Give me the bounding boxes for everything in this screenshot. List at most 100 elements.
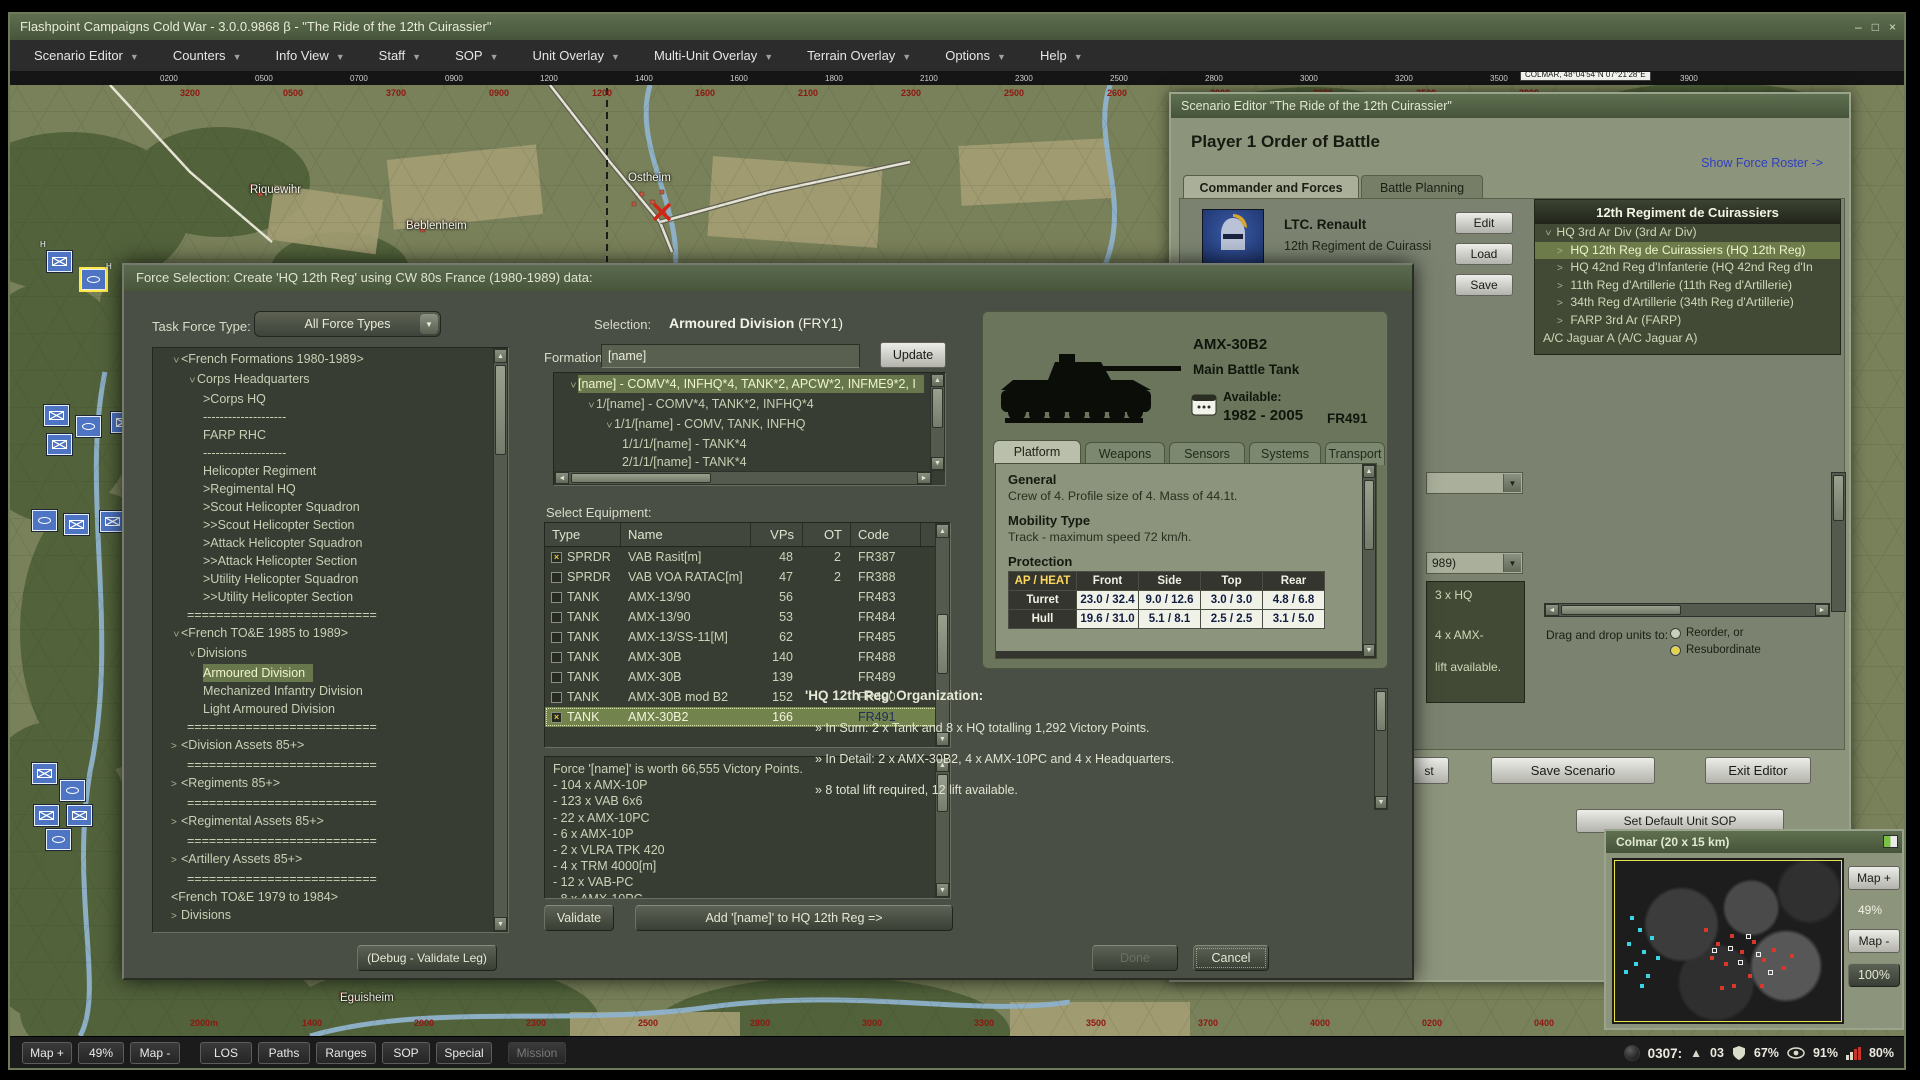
catalog-item[interactable]: >>Utility Helicopter Section xyxy=(153,588,508,606)
exit-editor-button[interactable]: Exit Editor xyxy=(1705,757,1811,784)
menu-help[interactable]: Help▼ xyxy=(1040,48,1083,63)
tree-expander-icon[interactable]: > xyxy=(182,377,200,387)
catalog-item[interactable]: ><Regimental Assets 85+> xyxy=(153,812,508,832)
catalog-item[interactable]: -------------------- xyxy=(153,408,508,426)
tab-weapons[interactable]: Weapons xyxy=(1085,442,1165,465)
tab-systems[interactable]: Systems xyxy=(1249,442,1321,465)
tab-battle-planning[interactable]: Battle Planning xyxy=(1361,175,1483,199)
statusbar-map[interactable]: Map + xyxy=(22,1042,72,1064)
catalog-item[interactable]: Light Armoured Division xyxy=(153,700,508,718)
scroll-right-icon[interactable]: ► xyxy=(1815,604,1829,616)
tree-expander-icon[interactable]: > xyxy=(171,738,181,756)
equipment-row[interactable]: TANKAMX-13/9056FR483 xyxy=(545,587,950,607)
scroll-down-icon[interactable]: ▼ xyxy=(1363,644,1375,657)
oob-tree-item[interactable]: > HQ 42nd Reg d'Infanterie (HQ 42nd Reg … xyxy=(1535,259,1840,277)
menu-options[interactable]: Options▼ xyxy=(945,48,1006,63)
tree-expander-icon[interactable]: > xyxy=(1557,278,1567,295)
catalog-scrollbar[interactable]: ▲ ▼ xyxy=(493,348,508,932)
scroll-down-icon[interactable]: ▼ xyxy=(936,883,949,897)
oob-horizontal-scrollbar[interactable]: ◄ ► xyxy=(1544,603,1830,617)
tree-expander-icon[interactable]: > xyxy=(182,651,200,661)
oob-tree-item[interactable]: > FARP 3rd Ar (FARP) xyxy=(1535,312,1840,330)
tree-expander-icon[interactable]: > xyxy=(1557,295,1567,312)
save-button[interactable]: Save xyxy=(1455,274,1513,296)
catalog-item[interactable]: >Regimental HQ xyxy=(153,480,508,498)
cancel-button[interactable]: Cancel xyxy=(1193,945,1269,971)
catalog-item[interactable]: Armoured Division xyxy=(153,664,508,682)
scroll-down-icon[interactable]: ▼ xyxy=(931,457,944,470)
statusbar-special[interactable]: Special xyxy=(436,1042,492,1064)
unit-counter[interactable] xyxy=(44,405,69,426)
resubordinate-radio[interactable] xyxy=(1670,645,1681,656)
catalog-item[interactable]: Helicopter Regiment xyxy=(153,462,508,480)
oob-tree-item[interactable]: A/C Jaguar A (A/C Jaguar A) xyxy=(1535,330,1840,348)
save-scenario-button[interactable]: Save Scenario xyxy=(1491,757,1655,784)
equipment-row[interactable]: TANKAMX-30B139FR489 xyxy=(545,667,950,687)
minimize-icon[interactable]: – xyxy=(1855,14,1862,40)
tree-expander-icon[interactable]: > xyxy=(171,814,181,832)
scroll-down-icon[interactable]: ▼ xyxy=(494,917,507,931)
tree-expander-icon[interactable]: > xyxy=(166,631,184,641)
unit-counter[interactable] xyxy=(64,514,89,535)
catalog-item[interactable]: ========================== xyxy=(153,870,508,888)
catalog-item[interactable]: ><French Formations 1980-1989> xyxy=(153,350,508,370)
unit-counter[interactable] xyxy=(46,829,71,850)
formation-node[interactable]: >[name] - COMV*4, INFHQ*4, TANK*2, APCW*… xyxy=(554,375,945,395)
unit-counter[interactable] xyxy=(81,269,106,290)
statusbar-49[interactable]: 49% xyxy=(78,1042,124,1064)
chevron-down-icon[interactable]: ▼ xyxy=(420,314,438,334)
equipment-row[interactable]: SPRDRVAB VOA RATAC[m]472FR388 xyxy=(545,567,950,587)
catalog-item[interactable]: ><Artillery Assets 85+> xyxy=(153,850,508,870)
equipment-checkbox[interactable]: × xyxy=(551,712,562,723)
maximize-icon[interactable]: □ xyxy=(1872,14,1879,40)
minimap-full-zoom-button[interactable]: 100% xyxy=(1848,963,1900,987)
tree-expander-icon[interactable]: > xyxy=(599,422,617,432)
organization-scrollbar[interactable]: ▼ xyxy=(1374,688,1388,810)
catalog-item[interactable]: >Divisions xyxy=(153,906,508,926)
minimap-mode-icon[interactable] xyxy=(1883,835,1898,848)
hidden-dropdown-fragment-2[interactable]: 989) ▼ xyxy=(1426,552,1523,574)
debug-validate-leg-button[interactable]: (Debug - Validate Leg) xyxy=(357,945,497,971)
chevron-down-icon[interactable]: ▼ xyxy=(1503,554,1521,572)
formation-structure-tree[interactable]: >[name] - COMV*4, INFHQ*4, TANK*2, APCW*… xyxy=(553,372,946,486)
catalog-item[interactable]: -------------------- xyxy=(153,444,508,462)
unit-counter[interactable] xyxy=(32,510,57,531)
formation-name-input[interactable]: [name] xyxy=(601,344,860,368)
validate-button[interactable]: Validate xyxy=(544,905,614,931)
catalog-item[interactable]: ><Division Assets 85+> xyxy=(153,736,508,756)
formation-node[interactable]: >1/[name] - COMV*4, TANK*2, INFHQ*4 xyxy=(554,395,945,415)
formation-v-scrollbar[interactable]: ▲ ▼ xyxy=(930,373,945,471)
equipment-row[interactable]: TANKAMX-13/9053FR484 xyxy=(545,607,950,627)
formation-node[interactable]: 2/1/1/[name] - TANK*4 xyxy=(554,453,945,471)
catalog-item[interactable]: ========================== xyxy=(153,794,508,812)
load-button[interactable]: Load xyxy=(1455,243,1513,265)
scroll-up-icon[interactable]: ▲ xyxy=(936,524,949,538)
catalog-item[interactable]: >Utility Helicopter Squadron xyxy=(153,570,508,588)
catalog-item[interactable]: <French TO&E 1979 to 1984> xyxy=(153,888,508,906)
force-summary-scrollbar[interactable]: ▲ ▼ xyxy=(935,757,950,898)
scroll-left-icon[interactable]: ◄ xyxy=(1545,604,1559,616)
catalog-item[interactable]: >Attack Helicopter Squadron xyxy=(153,534,508,552)
scroll-up-icon[interactable]: ▲ xyxy=(1363,465,1375,478)
catalog-item[interactable]: >Corps HQ xyxy=(153,390,508,408)
tree-expander-icon[interactable]: > xyxy=(563,382,581,392)
tree-expander-icon[interactable]: > xyxy=(581,402,599,412)
menu-info-view[interactable]: Info View▼ xyxy=(275,48,344,63)
menu-multi-unit-overlay[interactable]: Multi-Unit Overlay▼ xyxy=(654,48,773,63)
unit-counter[interactable] xyxy=(76,416,101,437)
minimap-zoom-out-button[interactable]: Map - xyxy=(1848,929,1900,953)
formation-node[interactable]: >1/1/[name] - COMV, TANK, INFHQ xyxy=(554,415,945,435)
tab-commander-and-forces[interactable]: Commander and Forces xyxy=(1183,175,1359,199)
formation-h-scrollbar[interactable]: ◄ ► xyxy=(554,471,932,485)
equipment-checkbox[interactable]: × xyxy=(551,552,562,563)
partially-hidden-button[interactable]: st xyxy=(1409,757,1449,784)
menu-unit-overlay[interactable]: Unit Overlay▼ xyxy=(532,48,619,63)
menu-sop[interactable]: SOP▼ xyxy=(455,48,498,63)
unit-counter[interactable] xyxy=(34,805,59,826)
equipment-row[interactable]: TANKAMX-30B140FR488 xyxy=(545,647,950,667)
scroll-up-icon[interactable]: ▲ xyxy=(931,374,944,387)
unit-counter[interactable] xyxy=(67,805,92,826)
equipment-checkbox[interactable] xyxy=(551,632,562,643)
tree-expander-icon[interactable]: > xyxy=(1557,260,1567,277)
catalog-item[interactable]: ========================== xyxy=(153,832,508,850)
